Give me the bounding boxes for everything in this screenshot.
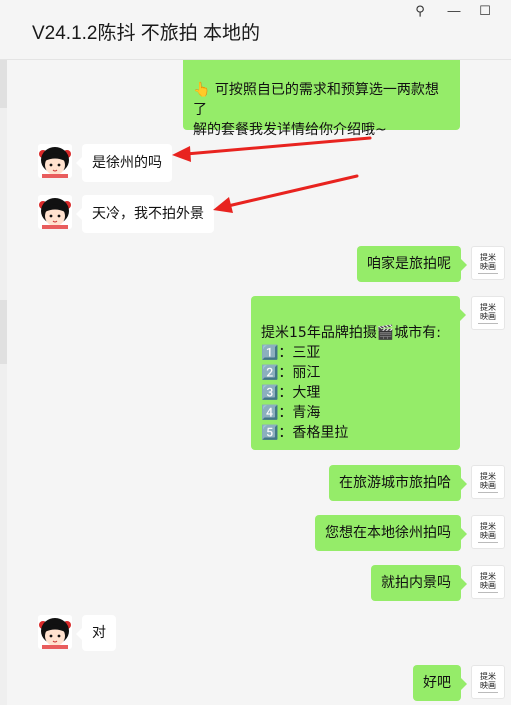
brand-logo-icon: 提米 映画 — [478, 522, 498, 543]
red-arrow-icon — [213, 174, 359, 213]
contact-avatar[interactable] — [38, 615, 72, 649]
message-incoming: 是徐州的吗 — [76, 144, 172, 182]
red-arrow-icon — [172, 136, 372, 162]
message-outgoing: 咱家是旅拍呢 — [357, 246, 467, 282]
brand-avatar[interactable]: 提米 映画 — [471, 296, 505, 330]
brand-avatar[interactable]: 提米 映画 — [471, 665, 505, 699]
message-incoming: 天冷，我不拍外景 — [76, 195, 214, 233]
brand-avatar[interactable]: 提米 映画 — [471, 515, 505, 549]
message-outgoing: 好吧 — [413, 665, 467, 701]
contact-avatar[interactable] — [38, 195, 72, 229]
message-outgoing: 👆 可按照自已的需求和预算选一两款想了 解的套餐我发详情给你介绍哦~ — [183, 60, 460, 138]
brand-avatar[interactable]: 提米 映画 — [471, 246, 505, 280]
brand-avatar[interactable]: 提米 映画 — [471, 465, 505, 499]
girl-avatar-icon — [38, 615, 72, 649]
message-incoming: 对 — [76, 615, 116, 651]
chat-area[interactable]: 👆 可按照自已的需求和预算选一两款想了 解的套餐我发详情给你介绍哦~ 是徐州的吗 — [0, 60, 511, 705]
brand-logo-icon: 提米 映画 — [478, 672, 498, 693]
girl-avatar-icon — [38, 195, 72, 229]
minimize-icon[interactable]: — — [443, 3, 465, 19]
message-outgoing: 提米15年品牌拍摄🎬城市有: 1️⃣：三亚 2️⃣：丽江 3️⃣：大理 4️⃣：… — [251, 296, 466, 450]
maximize-icon[interactable]: ☐ — [474, 3, 496, 19]
chat-title: V24.1.2陈抖 不旅拍 本地的 — [32, 23, 261, 44]
brand-logo-icon: 提米 映画 — [478, 572, 498, 593]
message-outgoing: 就拍内景吗 — [371, 565, 467, 601]
contact-avatar[interactable] — [38, 144, 72, 178]
brand-logo-icon: 提米 映画 — [478, 472, 498, 493]
brand-avatar[interactable]: 提米 映画 — [471, 565, 505, 599]
title-bar: V24.1.2陈抖 不旅拍 本地的 ⚲ — ☐ — [0, 0, 511, 60]
message-outgoing: 您想在本地徐州拍吗 — [315, 515, 467, 551]
pin-icon[interactable]: ⚲ — [409, 3, 431, 19]
message-outgoing: 在旅游城市旅拍哈 — [329, 465, 467, 501]
brand-logo-icon: 提米 映画 — [478, 253, 498, 274]
left-panel-edge — [0, 60, 7, 705]
girl-avatar-icon — [38, 144, 72, 178]
brand-logo-icon: 提米 映画 — [478, 303, 498, 324]
